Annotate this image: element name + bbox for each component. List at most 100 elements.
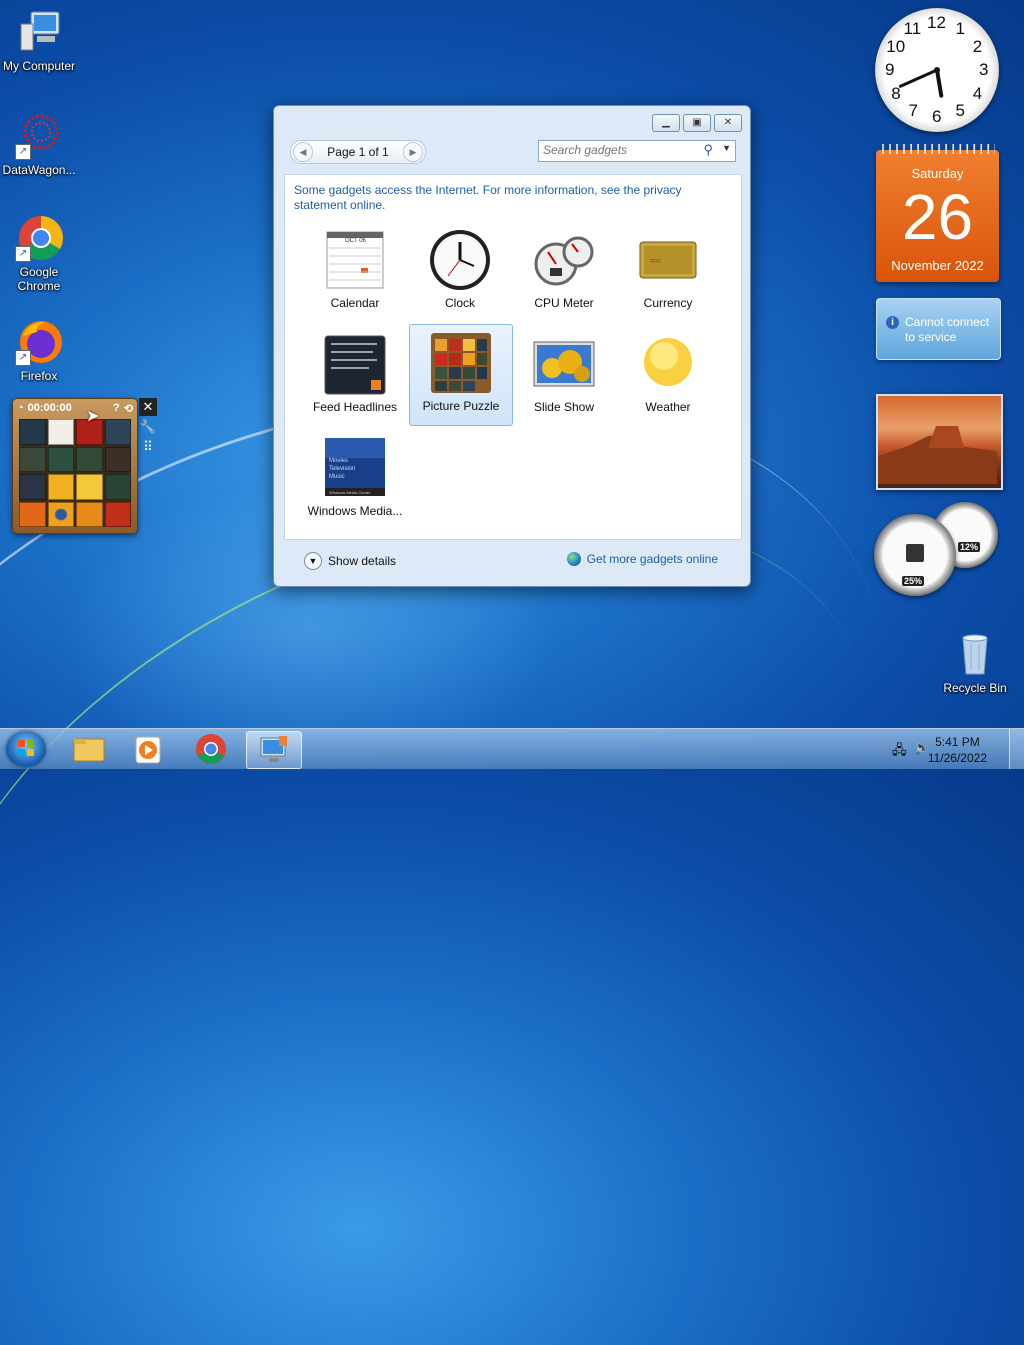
calendar-month-year: November 2022 (891, 258, 984, 273)
picture-puzzle-icon (429, 331, 493, 395)
wrench-icon[interactable]: 🔧 (139, 418, 157, 436)
page-navigator: ◀ Page 1 of 1 ▶ (290, 140, 426, 164)
calendar-weekday: Saturday (911, 166, 964, 181)
media-thumb-item: Television (329, 466, 356, 472)
clock-hour-hand (935, 68, 944, 98)
gadget-label: Slide Show (533, 400, 595, 414)
gallery-toolbar: ◀ Page 1 of 1 ▶ ⚲ ▼ (286, 138, 738, 166)
gadget-calendar[interactable]: OCT 06 Calendar (304, 222, 406, 322)
computer-icon (15, 8, 63, 56)
puzzle-tile[interactable] (104, 474, 131, 500)
privacy-info-link[interactable]: Some gadgets access the Internet. For mo… (294, 183, 714, 213)
gadget-clock[interactable]: Clock (409, 222, 511, 322)
calendar-thumb-month: OCT 06 (345, 238, 366, 244)
close-button[interactable]: ✕ (714, 114, 742, 132)
puzzle-tile[interactable] (104, 446, 131, 472)
shortcut-arrow-icon: ↗ (15, 144, 31, 160)
start-button[interactable] (6, 731, 46, 767)
drag-handle-icon[interactable]: ⠿ (139, 438, 157, 456)
desktop-icon-my-computer[interactable]: My Computer (0, 8, 81, 73)
clock-hands (898, 67, 944, 98)
puzzle-tile[interactable] (47, 501, 74, 527)
network-icon[interactable]: 🖧 (892, 741, 907, 763)
desktop-icon-label: Google Chrome (17, 265, 61, 293)
puzzle-tile[interactable] (47, 474, 74, 500)
chevron-down-icon[interactable]: ▼ (722, 143, 731, 153)
gadget-label: Calendar (330, 296, 380, 310)
calendar-day: 26 (901, 181, 974, 253)
taskbar: 🖧 🔈 5:41 PM 11/26/2022 (0, 728, 1024, 769)
swap-icon[interactable]: ⟲ (124, 402, 133, 415)
get-more-gadgets-link[interactable]: Get more gadgets online (566, 552, 718, 566)
previous-page-button[interactable]: ◀ (293, 142, 313, 162)
weather-gadget[interactable]: i Cannot connect to service (876, 298, 1001, 360)
page-indicator: Page 1 of 1 (327, 145, 389, 159)
desktop-icon-google-chrome[interactable]: ↗ Google Chrome (0, 214, 81, 293)
help-icon[interactable]: ? (113, 402, 120, 414)
gadget-feed-headlines[interactable]: Feed Headlines (304, 326, 406, 426)
gadget-windows-media-center[interactable]: Movies Television Music Windows Media Ce… (304, 430, 406, 530)
desktop-icon-recycle-bin[interactable]: Recycle Bin (933, 630, 1017, 695)
taskbar-media-player-button[interactable] (122, 731, 176, 767)
puzzle-tile[interactable] (76, 446, 103, 472)
gadget-cpu-meter[interactable]: CPU Meter (513, 222, 615, 322)
clock-tray[interactable]: 5:41 PM 11/26/2022 (928, 734, 987, 766)
gadget-slide-show[interactable]: Slide Show (513, 326, 615, 426)
taskbar-chrome-button[interactable] (184, 731, 238, 767)
calendar-gadget[interactable]: ┃┃┃┃┃┃┃┃┃┃┃┃┃┃┃┃┃┃┃┃ Saturday 26 Novembe… (876, 144, 999, 282)
shortcut-arrow-icon: ↗ (15, 350, 31, 366)
puzzle-grid[interactable] (19, 419, 131, 527)
gadget-side-tools: ✕ 🔧 ⠿ (139, 398, 159, 458)
windows-logo-icon (18, 740, 34, 756)
desktop-icon-label: My Computer (2, 59, 76, 73)
desktop-icon-datawagon[interactable]: ↗ DataWagon... (0, 112, 81, 177)
gadget-currency[interactable]: ≈≈ Currency (617, 222, 719, 322)
mouse-cursor-icon: ➤ (86, 408, 100, 425)
show-details-button[interactable]: ▼ Show details (304, 552, 396, 570)
desktop-icon-firefox[interactable]: ↗ Firefox (0, 318, 81, 383)
minimize-button[interactable]: ▁ (652, 114, 680, 132)
gadget-label: Picture Puzzle (422, 399, 500, 413)
slide-show-gadget[interactable] (876, 394, 1003, 490)
close-icon[interactable]: ✕ (139, 398, 157, 416)
puzzle-tile[interactable] (19, 501, 46, 527)
gadgets-icon (260, 736, 287, 762)
clock-gadget[interactable]: 12 1 2 3 4 5 6 7 8 9 10 11 (875, 8, 999, 132)
gadget-label: Feed Headlines (312, 400, 398, 414)
puzzle-tile[interactable] (104, 419, 131, 445)
show-desktop-button[interactable] (1009, 729, 1024, 769)
recycle-bin-icon (951, 630, 999, 678)
media-center-icon: Movies Television Music Windows Media Ce… (323, 436, 387, 500)
calendar-icon: OCT 06 (323, 228, 387, 292)
puzzle-tile[interactable] (76, 501, 103, 527)
gadget-label: Currency (643, 296, 693, 310)
taskbar-gadgets-button[interactable] (246, 731, 302, 769)
search-icon[interactable]: ⚲ (703, 142, 713, 158)
taskbar-explorer-button[interactable] (62, 731, 116, 767)
currency-icon: ≈≈ (636, 228, 700, 292)
slide-show-icon (532, 332, 596, 396)
gadget-label: Weather (645, 400, 691, 414)
puzzle-tile[interactable] (19, 474, 46, 500)
gadget-weather[interactable]: Weather (617, 326, 719, 426)
clock-minute-hand (898, 68, 939, 88)
puzzle-tile[interactable] (19, 446, 46, 472)
search-input[interactable] (539, 141, 697, 159)
puzzle-tile[interactable] (47, 446, 74, 472)
next-page-button[interactable]: ▶ (402, 142, 423, 162)
restore-button[interactable]: ▣ (683, 114, 711, 132)
puzzle-tile[interactable] (19, 419, 46, 445)
gadget-gallery-window: ▁ ▣ ✕ ◀ Page 1 of 1 ▶ ⚲ ▼ Some gadgets a… (273, 105, 751, 587)
chrome-icon: ↗ (15, 214, 63, 262)
picture-puzzle-gadget[interactable]: ◔ 00:00:00 ? ⟲ (12, 398, 138, 534)
shortcut-arrow-icon: ↗ (15, 246, 31, 262)
search-box[interactable]: ⚲ ▼ (538, 140, 736, 162)
weather-message: Cannot connect to service (905, 315, 990, 344)
gadget-picture-puzzle[interactable]: Picture Puzzle (409, 324, 513, 426)
puzzle-tile[interactable] (47, 419, 74, 445)
desktop-icon-label: Firefox (20, 369, 58, 383)
cpu-meter-gauge[interactable]: 25% (874, 514, 956, 596)
puzzle-tile[interactable] (104, 501, 131, 527)
info-icon: i (886, 316, 899, 329)
puzzle-tile[interactable] (76, 474, 103, 500)
